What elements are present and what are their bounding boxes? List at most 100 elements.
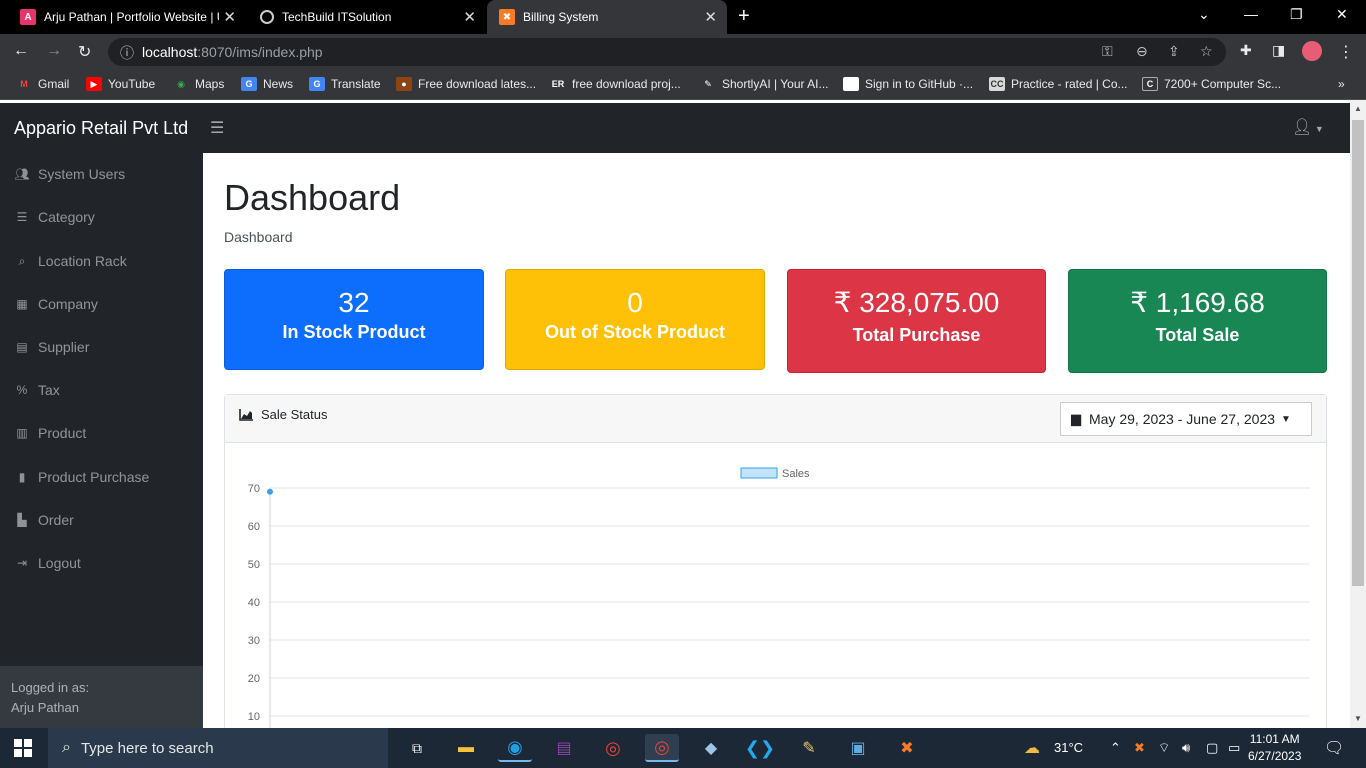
bookmark-computer-sc[interactable]: C 7200+ Computer Sc... bbox=[1142, 77, 1281, 91]
card-value: ₹ 328,075.00 bbox=[833, 287, 1000, 318]
bookmark-translate[interactable]: G Translate bbox=[309, 77, 381, 91]
sidebar-item-location-rack[interactable]: ⌕ Location Rack bbox=[14, 253, 127, 269]
breadcrumb: Dashboard bbox=[224, 229, 293, 245]
y-tick-label: 10 bbox=[248, 711, 260, 723]
sidebar-item-system-users[interactable]: 👥︎ System Users bbox=[14, 166, 125, 182]
address-bar[interactable]: ⓘ localhost:8070/ims/index.php ⚿ ⊖ ⇪ ☆ bbox=[108, 38, 1226, 66]
sidebar-item-order[interactable]: ▙ Order bbox=[14, 512, 73, 528]
globe-icon bbox=[260, 10, 274, 24]
forward-icon[interactable]: → bbox=[46, 42, 62, 60]
building-icon: ▤ bbox=[16, 340, 28, 354]
percent-icon: % bbox=[16, 383, 28, 397]
paint-icon[interactable]: ✎ bbox=[792, 734, 826, 762]
bookmark-youtube[interactable]: ▶ YouTube bbox=[86, 77, 155, 91]
weather-temp[interactable]: 31°C bbox=[1054, 740, 1083, 755]
weather-icon[interactable]: ☁ bbox=[1024, 738, 1040, 758]
zoom-icon[interactable]: ⊖ bbox=[1136, 43, 1148, 60]
app-icon[interactable]: ◆ bbox=[694, 734, 728, 762]
window-close-icon[interactable]: ✕ bbox=[1336, 6, 1348, 23]
bookmark-practice[interactable]: CC Practice - rated | Co... bbox=[989, 77, 1128, 91]
winrar-icon[interactable]: ▤ bbox=[547, 734, 581, 762]
bookmark-gmail[interactable]: M Gmail bbox=[16, 77, 69, 91]
url-text: localhost:8070/ims/index.php bbox=[142, 44, 323, 60]
scroll-down-icon[interactable]: ▼ bbox=[1354, 714, 1362, 723]
file-explorer-icon[interactable]: ▬ bbox=[449, 734, 483, 762]
sidebar-item-product-purchase[interactable]: ▮ Product Purchase bbox=[14, 469, 150, 485]
scroll-up-icon[interactable]: ▲ bbox=[1354, 104, 1362, 113]
bookmark-free-project[interactable]: ER free download proj... bbox=[550, 77, 681, 91]
sidebar-item-tax[interactable]: % Tax bbox=[14, 382, 60, 398]
sidebar-item-logout[interactable]: ⇥ Logout bbox=[14, 555, 81, 571]
codechef-icon: CC bbox=[989, 77, 1005, 91]
tab-techbuild[interactable]: TechBuild ITSolution ✕ bbox=[248, 0, 486, 34]
sale-status-panel: Sale Status ▆ May 29, 2023 - June 27, 20… bbox=[224, 394, 1327, 728]
info-icon[interactable]: ⓘ bbox=[120, 43, 134, 63]
news-icon: G bbox=[241, 77, 257, 91]
close-icon[interactable]: ✕ bbox=[463, 8, 476, 26]
y-tick-label: 30 bbox=[248, 635, 260, 647]
bookmark-github[interactable]: Sign in to GitHub ·... bbox=[843, 77, 973, 91]
sidebar-item-supplier[interactable]: ▤ Supplier bbox=[14, 339, 89, 355]
vscode-icon[interactable]: ❮❯ bbox=[743, 734, 777, 762]
sidebar-item-category[interactable]: ☰ Category bbox=[14, 209, 95, 225]
sign-out-icon: ⇥ bbox=[16, 556, 28, 570]
share-icon[interactable]: ⇪ bbox=[1168, 43, 1180, 60]
tab-title: Arju Pathan | Portfolio Website | U bbox=[44, 10, 219, 24]
xampp-icon[interactable]: ✖ bbox=[890, 734, 924, 762]
close-icon[interactable]: ✕ bbox=[223, 8, 236, 26]
site-icon: ● bbox=[396, 77, 412, 91]
y-tick-label: 50 bbox=[248, 559, 260, 571]
bookmark-news[interactable]: G News bbox=[241, 77, 293, 91]
bookmark-shortlyai[interactable]: ✎ ShortlyAI | Your AI... bbox=[700, 77, 828, 91]
brand-name[interactable]: Appario Retail Pvt Ltd bbox=[14, 118, 188, 139]
xampp-tray-icon[interactable]: ✖ bbox=[1134, 740, 1145, 756]
photos-icon[interactable]: ▣ bbox=[841, 734, 875, 762]
page-scrollbar[interactable]: ▲ ▼ bbox=[1350, 100, 1366, 728]
cs-icon: C bbox=[1142, 77, 1158, 91]
app-topbar: Appario Retail Pvt Ltd ☰ 👤︎ ▼ bbox=[0, 103, 1350, 153]
tray-chevron-icon[interactable]: ⌃ bbox=[1110, 740, 1121, 756]
close-icon[interactable]: ✕ bbox=[704, 8, 717, 26]
chrome-icon[interactable]: ◎ bbox=[596, 734, 630, 762]
meet-icon[interactable]: ▢ bbox=[1206, 740, 1218, 756]
minimize-icon[interactable]: — bbox=[1244, 6, 1258, 22]
sidebar-item-company[interactable]: ▦ Company bbox=[14, 296, 98, 312]
side-panel-icon[interactable]: ◨ bbox=[1272, 42, 1285, 59]
bookmark-star-icon[interactable]: ☆ bbox=[1200, 43, 1213, 60]
back-icon[interactable]: ← bbox=[13, 42, 29, 60]
tab-portfolio[interactable]: A Arju Pathan | Portfolio Website | U ✕ bbox=[8, 0, 246, 34]
maximize-icon[interactable]: ❐ bbox=[1290, 6, 1303, 23]
tab-search-icon[interactable]: ⌄ bbox=[1198, 6, 1210, 23]
tab-billing-system[interactable]: ✖ Billing System ✕ bbox=[487, 0, 727, 34]
date-range-picker[interactable]: ▆ May 29, 2023 - June 27, 2023 ▼ bbox=[1060, 402, 1312, 436]
profile-avatar[interactable] bbox=[1302, 41, 1322, 61]
key-icon[interactable]: ⚿ bbox=[1102, 43, 1113, 60]
menu-icon[interactable]: ⋮ bbox=[1338, 42, 1354, 62]
logged-in-user: Arju Pathan bbox=[11, 700, 79, 715]
new-tab-icon[interactable]: + bbox=[738, 5, 750, 28]
xampp-icon: ✖ bbox=[499, 9, 515, 25]
volume-icon[interactable]: 🔊︎ bbox=[1182, 740, 1190, 756]
windows-start-icon[interactable] bbox=[14, 739, 32, 757]
battery-icon[interactable]: ▭ bbox=[1228, 740, 1240, 756]
edge-icon[interactable]: ◉ bbox=[498, 734, 532, 762]
user-menu[interactable]: 👤︎ ▼ bbox=[1292, 117, 1324, 137]
scrollbar-thumb[interactable] bbox=[1352, 120, 1364, 586]
sidebar-footer: Logged in as: Arju Pathan bbox=[0, 666, 203, 728]
network-icon[interactable]: ⌔ bbox=[1158, 740, 1170, 756]
more-bookmarks-icon[interactable]: » bbox=[1338, 77, 1345, 91]
y-tick-label: 60 bbox=[248, 521, 260, 533]
bookmark-free-download[interactable]: ● Free download lates... bbox=[396, 77, 536, 91]
task-view-icon[interactable]: ⧉ bbox=[400, 734, 434, 762]
sidebar-toggle-icon[interactable]: ☰ bbox=[210, 118, 224, 138]
building-icon: ▦ bbox=[16, 297, 28, 311]
taskbar-clock[interactable]: 11:01 AM 6/27/2023 bbox=[1248, 731, 1301, 765]
sidebar-item-product[interactable]: ▥ Product bbox=[14, 425, 86, 441]
extensions-icon[interactable]: ✚ bbox=[1240, 42, 1252, 59]
bookmark-maps[interactable]: ◉ Maps bbox=[173, 77, 224, 91]
card-label: Out of Stock Product bbox=[545, 322, 725, 342]
notifications-icon[interactable]: 🗨︎ bbox=[1324, 738, 1344, 758]
chrome-profile-icon[interactable]: ◎ bbox=[645, 734, 679, 762]
taskbar-search[interactable]: ⌕ Type here to search bbox=[48, 728, 388, 768]
reload-icon[interactable]: ↻ bbox=[78, 42, 91, 62]
